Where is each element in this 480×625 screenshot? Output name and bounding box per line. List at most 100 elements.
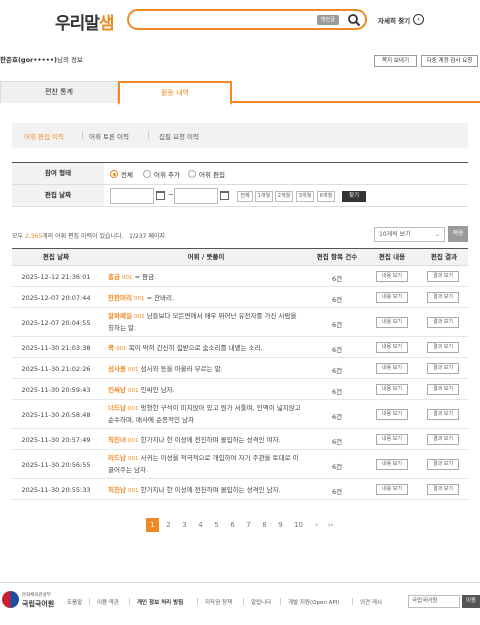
footer-link-copyright[interactable]: 저작권 정책	[205, 598, 232, 606]
view-result-button[interactable]: 결과 보기	[427, 459, 459, 470]
table-row: 2025-11-30 20:58:48 너드남 001 멍청한 구석이 미치않아 …	[12, 400, 468, 429]
tab-activity[interactable]: 활동 내역	[118, 81, 232, 105]
sense-number: 001	[116, 345, 127, 352]
definition-text: 한가지나 한 이성에 전진하며 몰입하는 성격인 남자.	[140, 485, 281, 494]
definition-text: 인싸인 남자.	[140, 385, 175, 394]
radio-add[interactable]: 어휘 추가	[143, 169, 180, 179]
footer-link-help[interactable]: 도움말	[67, 598, 82, 606]
page-link[interactable]: 2	[162, 518, 175, 532]
go-button[interactable]: 이동	[462, 595, 480, 608]
multi-account-check-button[interactable]: 다중 계정 검사 요청	[421, 55, 478, 67]
institute-name[interactable]: 국립국어원	[22, 599, 54, 609]
apply-button[interactable]: 적용	[448, 226, 468, 242]
subnav-edit-history[interactable]: 어휘 편집 이력	[24, 131, 64, 141]
view-result-button[interactable]: 결과 보기	[427, 434, 459, 445]
page-link[interactable]: 10	[292, 518, 305, 532]
word-link[interactable]: 직진남	[108, 486, 126, 494]
page-link[interactable]: 1	[146, 518, 159, 532]
next-page-button[interactable]: ›	[310, 518, 323, 532]
view-content-button[interactable]: 내용 보기	[376, 409, 408, 420]
view-content-button[interactable]: 내용 보기	[376, 484, 408, 495]
advanced-search-link[interactable]: 자세히 찾기 ›	[378, 14, 425, 25]
edit-count: 6건	[331, 412, 343, 421]
result-summary: 모두 2,365개의 어휘 편집 이력이 있습니다. 1/237 페이지	[12, 231, 165, 240]
end-date-input[interactable]	[174, 188, 218, 204]
footer-link-privacy[interactable]: 개인 정보 처리 방침	[137, 598, 183, 606]
period-all-button[interactable]: 전체	[237, 191, 253, 202]
page-link[interactable]: 3	[178, 518, 191, 532]
view-content-button[interactable]: 내용 보기	[376, 434, 408, 445]
calendar-icon[interactable]	[220, 191, 229, 200]
radio-all[interactable]: 전체	[110, 169, 133, 179]
page-size-select[interactable]: 10개씩 보기 ⌄	[374, 227, 445, 242]
view-content-button[interactable]: 내용 보기	[376, 292, 408, 303]
period-1month-button[interactable]: 1개월	[255, 191, 273, 202]
subnav-request-history[interactable]: 집필 요청 이력	[159, 131, 199, 141]
send-message-button[interactable]: 쪽지 보내기	[374, 55, 417, 67]
word-link[interactable]: 직진녀	[108, 436, 126, 444]
edit-date: 2025-12-07 20:04:55	[21, 318, 91, 327]
page-link[interactable]: 9	[274, 518, 287, 532]
word-link[interactable]: 섬사동	[108, 365, 126, 373]
edit-date: 2025-12-07 20:07:44	[21, 293, 91, 302]
word-link[interactable]: 잔판머리	[108, 294, 132, 302]
edit-date: 2025-11-30 21:03:38	[21, 343, 91, 352]
period-2month-button[interactable]: 2개월	[275, 191, 293, 202]
view-content-button[interactable]: 내용 보기	[376, 271, 408, 282]
word-link[interactable]: 리드남	[108, 454, 126, 462]
site-logo[interactable]: 우리말샘	[55, 9, 115, 34]
sense-number: 001	[128, 487, 139, 494]
view-result-button[interactable]: 결과 보기	[427, 484, 459, 495]
radio-edit[interactable]: 어휘 편집	[188, 169, 225, 179]
last-page-button[interactable]: ››	[324, 518, 337, 532]
view-content-button[interactable]: 내용 보기	[376, 459, 408, 470]
view-result-button[interactable]: 결과 보기	[427, 384, 459, 395]
view-result-button[interactable]: 결과 보기	[427, 317, 459, 328]
period-6month-button[interactable]: 6개월	[317, 191, 335, 202]
view-content-button[interactable]: 내용 보기	[376, 384, 408, 395]
view-content-button[interactable]: 내용 보기	[376, 342, 408, 353]
ministry-name: 문화체육관광부	[22, 593, 51, 598]
view-result-button[interactable]: 결과 보기	[427, 271, 459, 282]
filter-type-label: 참여 형태	[12, 163, 104, 184]
page-link[interactable]: 8	[258, 518, 271, 532]
old-hangul-button[interactable]: 옛한글	[317, 15, 339, 25]
search-icon[interactable]	[347, 13, 361, 27]
page-link[interactable]: 7	[242, 518, 255, 532]
page-link[interactable]: 4	[194, 518, 207, 532]
subnav-discussion-history[interactable]: 어휘 토론 이력	[89, 131, 129, 141]
divider	[89, 598, 90, 605]
word-link[interactable]: 인싸남	[108, 386, 126, 394]
calendar-icon[interactable]	[156, 191, 165, 200]
radio-label: 어휘 추가	[154, 171, 180, 179]
footer-link-terms[interactable]: 이용 약관	[97, 598, 119, 606]
start-date-input[interactable]	[110, 188, 154, 204]
view-result-button[interactable]: 결과 보기	[427, 292, 459, 303]
view-result-button[interactable]: 결과 보기	[427, 342, 459, 353]
summary-prefix: 모두	[12, 233, 25, 240]
word-link[interactable]: 알파메일	[108, 312, 132, 320]
period-3month-button[interactable]: 3개월	[296, 191, 314, 202]
edit-count: 6건	[331, 487, 343, 496]
logo-text: 우리말	[55, 14, 100, 34]
radio-icon	[143, 170, 151, 178]
find-button[interactable]: 찾기	[342, 191, 366, 202]
related-site-select[interactable]: 국립국어원	[408, 595, 460, 608]
footer-link-notice[interactable]: 알립니다	[251, 598, 271, 606]
word-link[interactable]: 너드남	[108, 404, 126, 412]
view-result-button[interactable]: 결과 보기	[427, 409, 459, 420]
word-link[interactable]: 흥금	[108, 273, 120, 281]
word-link[interactable]: 콕	[108, 344, 114, 352]
page-link[interactable]: 6	[226, 518, 239, 532]
edit-date: 2025-11-30 20:55:33	[21, 485, 91, 494]
page-link[interactable]: 5	[210, 518, 223, 532]
word-definition: 흥금 001 = 팜금.	[108, 272, 304, 284]
result-count: 2,365	[24, 233, 43, 240]
view-result-button[interactable]: 결과 보기	[427, 363, 459, 374]
footer-link-feedback[interactable]: 의견 게시	[360, 598, 382, 606]
search-input[interactable]: 옛한글	[127, 9, 367, 30]
view-content-button[interactable]: 내용 보기	[376, 317, 408, 328]
view-content-button[interactable]: 내용 보기	[376, 363, 408, 374]
tab-statistics[interactable]: 편찬 통계	[0, 81, 118, 103]
footer-link-open-api[interactable]: 개발 지원(Open API)	[288, 598, 339, 606]
